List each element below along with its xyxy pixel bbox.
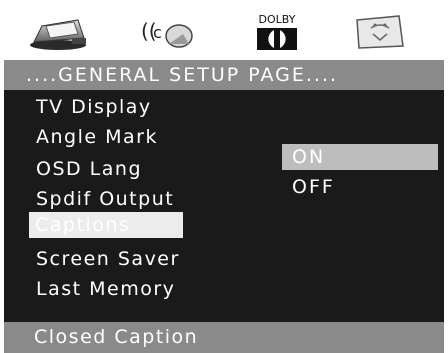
option-off[interactable]: OFF	[282, 174, 335, 200]
menu-item-last-memory[interactable]: Last Memory	[30, 276, 175, 302]
general-setup-icon[interactable]	[26, 4, 100, 60]
menu-item-captions[interactable]: Captions	[29, 212, 183, 238]
menu-item-screen-saver[interactable]: Screen Saver	[30, 246, 180, 272]
menu-item-tv-display[interactable]: TV Display	[30, 94, 152, 120]
preference-icon[interactable]	[342, 4, 416, 60]
status-description: Closed Caption	[4, 322, 444, 353]
icon-bar: (( c DOLBY	[4, 4, 444, 60]
dolby-logo-icon[interactable]: DOLBY	[240, 4, 314, 60]
menu-item-angle-mark[interactable]: Angle Mark	[30, 124, 158, 150]
dolby-text: DOLBY	[259, 13, 296, 26]
menu-item-osd-lang[interactable]: OSD Lang	[30, 156, 142, 182]
page-title: ....GENERAL SETUP PAGE....	[4, 60, 444, 90]
setup-menu-panel: TV Display Angle Mark OSD Lang Spdif Out…	[4, 90, 444, 322]
svg-text:c: c	[153, 23, 162, 42]
audio-speaker-icon[interactable]: (( c	[132, 4, 206, 60]
menu-item-spdif-output[interactable]: Spdif Output	[30, 186, 174, 212]
dvd-setup-screen: (( c DOLBY ....GENERAL SETUP PAGE.... TV…	[0, 0, 448, 353]
option-on[interactable]: ON	[282, 144, 438, 170]
